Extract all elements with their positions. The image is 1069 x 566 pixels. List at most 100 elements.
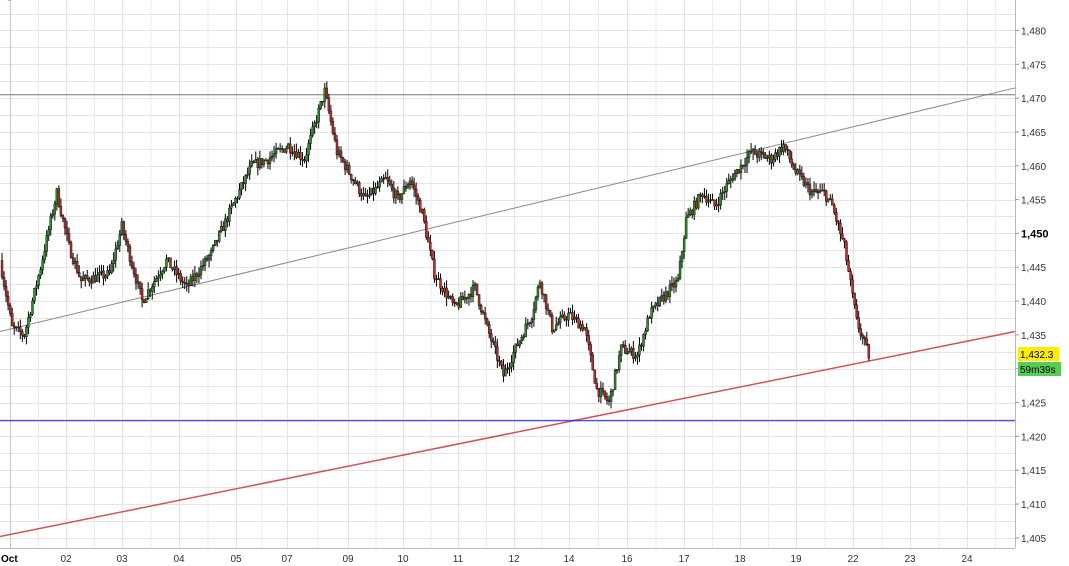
- candle-body: [741, 164, 745, 167]
- candle-body: [859, 328, 862, 336]
- candle-body: [157, 276, 160, 279]
- candle-body: [768, 154, 771, 158]
- candle-body: [181, 280, 184, 283]
- candle-body: [256, 159, 260, 168]
- candle-body: [319, 101, 322, 109]
- candle-body: [53, 203, 57, 215]
- candle-body: [114, 248, 117, 261]
- candle-body: [406, 184, 410, 189]
- candle-body: [585, 327, 588, 336]
- x-tick-label: 09: [342, 554, 354, 565]
- candle-body: [287, 143, 290, 149]
- candle-body: [191, 276, 195, 281]
- candle-body: [488, 323, 491, 334]
- candle-body: [151, 286, 154, 292]
- candle-body: [796, 169, 799, 174]
- candle-body: [851, 279, 854, 294]
- y-tick-label: 1,465: [1021, 128, 1046, 139]
- candle-body: [776, 152, 779, 157]
- candle-body: [274, 148, 278, 154]
- candle-body: [666, 291, 670, 297]
- candle-body: [358, 182, 361, 194]
- candle-body: [414, 189, 418, 197]
- candle-body: [228, 207, 231, 222]
- candle-body: [589, 344, 592, 356]
- candle-body: [751, 148, 755, 153]
- candle-body: [207, 255, 211, 261]
- candle-body: [321, 101, 324, 103]
- candle-body: [364, 193, 367, 196]
- candle-body: [561, 314, 564, 318]
- candle-body: [682, 237, 686, 252]
- candle-body: [628, 350, 631, 354]
- candle-body: [668, 284, 672, 297]
- candle-body: [599, 388, 603, 397]
- candle-body: [183, 281, 186, 284]
- candle-body: [51, 213, 54, 217]
- candle-body: [496, 346, 499, 361]
- candle-body: [603, 390, 607, 397]
- candle-body: [55, 188, 59, 205]
- candle-body: [820, 189, 824, 192]
- candle-body: [146, 289, 150, 299]
- candle-body: [475, 283, 479, 295]
- countdown-label: 59m39s: [1020, 365, 1056, 376]
- candle-body: [360, 193, 363, 197]
- candle-body: [727, 180, 730, 185]
- candle-body: [843, 238, 846, 243]
- candle-body: [770, 154, 773, 164]
- candle-body: [84, 275, 87, 279]
- candle-body: [650, 307, 653, 319]
- candle-body: [128, 245, 132, 262]
- candle-body: [392, 187, 396, 199]
- candle-body: [216, 239, 219, 242]
- candle-body: [459, 296, 463, 308]
- y-tick-label: 1,470: [1021, 94, 1046, 105]
- candle-body: [374, 186, 377, 194]
- candle-body: [449, 296, 452, 298]
- candle-body: [717, 204, 720, 206]
- candle-body: [2, 276, 6, 287]
- x-tick-label: 04: [173, 554, 185, 565]
- candle-body: [571, 312, 574, 320]
- candle-body: [662, 295, 666, 302]
- candle-body: [140, 288, 144, 301]
- candle-body: [25, 327, 28, 337]
- candle-body: [544, 294, 548, 310]
- candle-body: [477, 294, 481, 306]
- y-tick-label: 1,405: [1021, 534, 1046, 545]
- candle-body: [35, 285, 38, 289]
- candle-body: [479, 305, 483, 313]
- candle-body: [774, 152, 777, 160]
- candle-body: [490, 333, 493, 342]
- candle-body: [557, 322, 560, 325]
- candle-body: [674, 280, 678, 288]
- x-tick-label: 17: [678, 554, 690, 565]
- candle-body: [798, 169, 802, 174]
- candle-body: [739, 164, 743, 173]
- candle-body: [132, 266, 136, 275]
- candle-body: [49, 215, 52, 231]
- candle-body: [510, 362, 513, 368]
- candle-body: [189, 276, 193, 286]
- candle-body: [853, 293, 856, 306]
- candle-body: [812, 189, 816, 192]
- candle-body: [530, 319, 534, 323]
- candle-body: [502, 365, 505, 377]
- candle-body: [528, 322, 532, 324]
- candle-body: [79, 276, 83, 282]
- countdown-tag: 59m39s: [1018, 362, 1061, 376]
- candle-body: [481, 311, 485, 314]
- candle-body: [494, 341, 497, 347]
- candle-body: [88, 278, 91, 283]
- candle-body: [390, 183, 393, 189]
- candle-body: [542, 293, 546, 296]
- candle-body: [362, 193, 365, 197]
- candle-body: [534, 296, 538, 310]
- candle-body: [829, 198, 832, 200]
- candle-body: [613, 370, 617, 390]
- candle-body: [285, 148, 288, 153]
- candle-body: [258, 158, 262, 168]
- candle-body: [569, 312, 572, 314]
- candle-body: [205, 257, 209, 261]
